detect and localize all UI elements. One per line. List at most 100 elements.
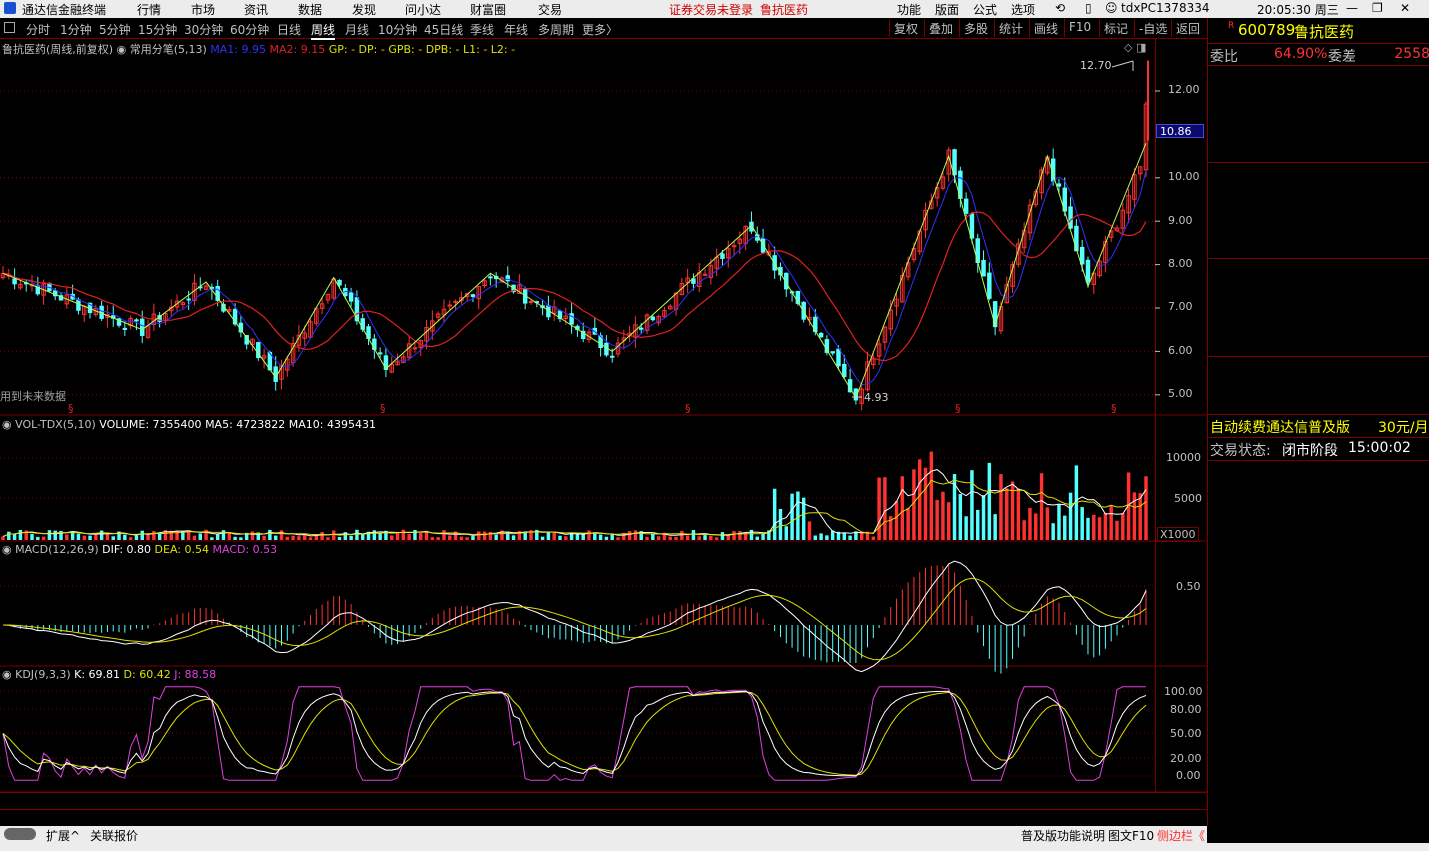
volume-bar — [76, 533, 81, 540]
kdj-legend-name[interactable]: KDJ(9,3,3) — [15, 668, 71, 681]
draw-button[interactable]: 画线 — [1029, 19, 1062, 37]
minimize-icon[interactable]: — — [1346, 1, 1358, 15]
buy-row[interactable] — [1208, 201, 1429, 220]
volume-bar — [1092, 514, 1096, 540]
expand-button[interactable]: 扩展^ — [46, 827, 80, 844]
phone-icon[interactable]: ▯ — [1085, 1, 1092, 15]
menu-shichang[interactable]: 市场 — [191, 1, 215, 18]
period-45day[interactable]: 45日线 — [424, 21, 463, 38]
period-daily[interactable]: 日线 — [277, 21, 301, 38]
multi-stock-button[interactable]: 多股 — [959, 19, 992, 37]
buy-row[interactable] — [1208, 240, 1429, 259]
overlay-button[interactable]: 叠加 — [924, 19, 957, 37]
menu-wenxiaoda[interactable]: 问小达 — [405, 1, 441, 18]
period-10min[interactable]: 10分钟 — [378, 21, 417, 38]
toggle-icon[interactable] — [4, 828, 36, 840]
vol-legend-name[interactable]: VOL-TDX(5,10) — [15, 418, 96, 431]
vol-settings-icon[interactable]: ◉ — [2, 418, 12, 431]
kdj-settings-icon[interactable]: ◉ — [2, 668, 12, 681]
main-indicator-name[interactable]: 常用分笔(5,13) — [130, 43, 207, 56]
close-icon[interactable]: ✕ — [1400, 1, 1410, 15]
back-button[interactable]: 返回 — [1171, 19, 1204, 37]
event-marker[interactable]: § — [68, 402, 74, 415]
buy-row[interactable] — [1208, 221, 1429, 240]
login-notice[interactable]: 证券交易未登录 — [669, 1, 753, 18]
sell-row[interactable] — [1208, 105, 1429, 124]
volume-bar — [349, 535, 353, 540]
volume-bar — [331, 530, 336, 540]
stats-button[interactable]: 统计 — [994, 19, 1027, 37]
user-icon[interactable]: ☺ — [1105, 1, 1118, 15]
promo-price[interactable]: 30元/月 — [1378, 417, 1429, 437]
period-more[interactable]: 更多〉 — [582, 21, 618, 38]
period-quarter[interactable]: 季线 — [470, 21, 494, 38]
sell-row[interactable] — [1208, 125, 1429, 144]
period-multi[interactable]: 多周期 — [538, 21, 574, 38]
event-marker[interactable]: § — [685, 402, 691, 415]
promo-row[interactable]: 自动续费通达信普及版 30元/月 — [1208, 417, 1429, 436]
volume-bar — [250, 531, 255, 540]
buy-row[interactable] — [1208, 182, 1429, 201]
period-1min[interactable]: 1分钟 — [60, 21, 92, 38]
menu-gongshi[interactable]: 公式 — [973, 1, 997, 18]
period-5min[interactable]: 5分钟 — [99, 21, 131, 38]
period-15min[interactable]: 15分钟 — [138, 21, 177, 38]
volume-bar — [1097, 517, 1102, 540]
menu-shuju[interactable]: 数据 — [298, 1, 322, 18]
fuquan-button[interactable]: 复权 — [889, 19, 922, 37]
period-weekly[interactable]: 周线 — [311, 21, 336, 40]
macd-settings-icon[interactable]: ◉ — [2, 543, 12, 556]
period-toolbar: 分时 1分钟 5分钟 15分钟 30分钟 60分钟 日线 周线 月线 10分钟 … — [0, 18, 1207, 40]
vol-ma10: MA10: 4395431 — [288, 418, 376, 431]
menu-gongneng[interactable]: 功能 — [897, 1, 921, 18]
menu-faxian[interactable]: 发现 — [352, 1, 376, 18]
event-marker[interactable]: § — [380, 402, 386, 415]
buy-row[interactable] — [1208, 163, 1429, 182]
restore-icon[interactable]: ❐ — [1372, 1, 1383, 15]
remove-favorite-button[interactable]: -自选 — [1134, 19, 1171, 37]
menu-zixun[interactable]: 资讯 — [244, 1, 268, 18]
period-year[interactable]: 年线 — [504, 21, 528, 38]
f10-button[interactable]: F10 — [1064, 19, 1095, 37]
period-fenshi[interactable]: 分时 — [26, 21, 50, 38]
candle-body — [122, 327, 128, 330]
trade-state: 闭市阶段 — [1282, 443, 1338, 459]
related-quote-button[interactable]: 关联报价 — [90, 827, 138, 844]
menu-hangqing[interactable]: 行情 — [137, 1, 161, 18]
promo-text[interactable]: 自动续费通达信普及版 — [1210, 417, 1350, 437]
volume-bar — [419, 532, 423, 540]
volume-bar — [1005, 488, 1009, 540]
kdj-d: D: 60.42 — [123, 668, 171, 681]
volume-bar — [633, 530, 638, 540]
event-marker[interactable]: § — [955, 402, 961, 415]
menu-xuanxiang[interactable]: 选项 — [1011, 1, 1035, 18]
f10-link[interactable]: 图文F10 — [1108, 827, 1154, 844]
volume-bar — [308, 537, 313, 540]
menu-banmian[interactable]: 版面 — [935, 1, 959, 18]
volume-bar — [587, 530, 591, 540]
period-60min[interactable]: 60分钟 — [230, 21, 269, 38]
period-30min[interactable]: 30分钟 — [184, 21, 223, 38]
candle-body — [528, 300, 534, 303]
menu-jiaoyi[interactable]: 交易 — [538, 1, 562, 18]
menu-caifuquan[interactable]: 财富圈 — [470, 1, 506, 18]
sell-row[interactable] — [1208, 67, 1429, 86]
mark-button[interactable]: 标记 — [1099, 19, 1132, 37]
sidebar-toggle[interactable]: 侧边栏《 — [1157, 827, 1205, 844]
indicator-settings-icon[interactable]: ◉ — [117, 43, 127, 56]
refresh-icon[interactable]: ⟲ — [1055, 1, 1065, 15]
trade-state-label: 交易状态: — [1210, 443, 1271, 459]
period-monthly[interactable]: 月线 — [345, 21, 369, 38]
sell-row[interactable] — [1208, 144, 1429, 163]
edition-help-link[interactable]: 普及版功能说明 — [1021, 827, 1105, 844]
sell-row[interactable] — [1208, 86, 1429, 105]
event-marker[interactable]: § — [1111, 402, 1117, 415]
layout-toggle-icon[interactable] — [4, 22, 15, 33]
vol-value: VOLUME: 7355400 — [99, 418, 202, 431]
pane-expand-icon[interactable]: ◇ ◨ — [1124, 41, 1146, 54]
tick-row — [1208, 534, 1429, 553]
volume-bar — [709, 535, 713, 540]
macd-legend-name[interactable]: MACD(12,26,9) — [15, 543, 99, 556]
volume-bar — [720, 532, 725, 540]
volume-bar — [726, 535, 730, 540]
